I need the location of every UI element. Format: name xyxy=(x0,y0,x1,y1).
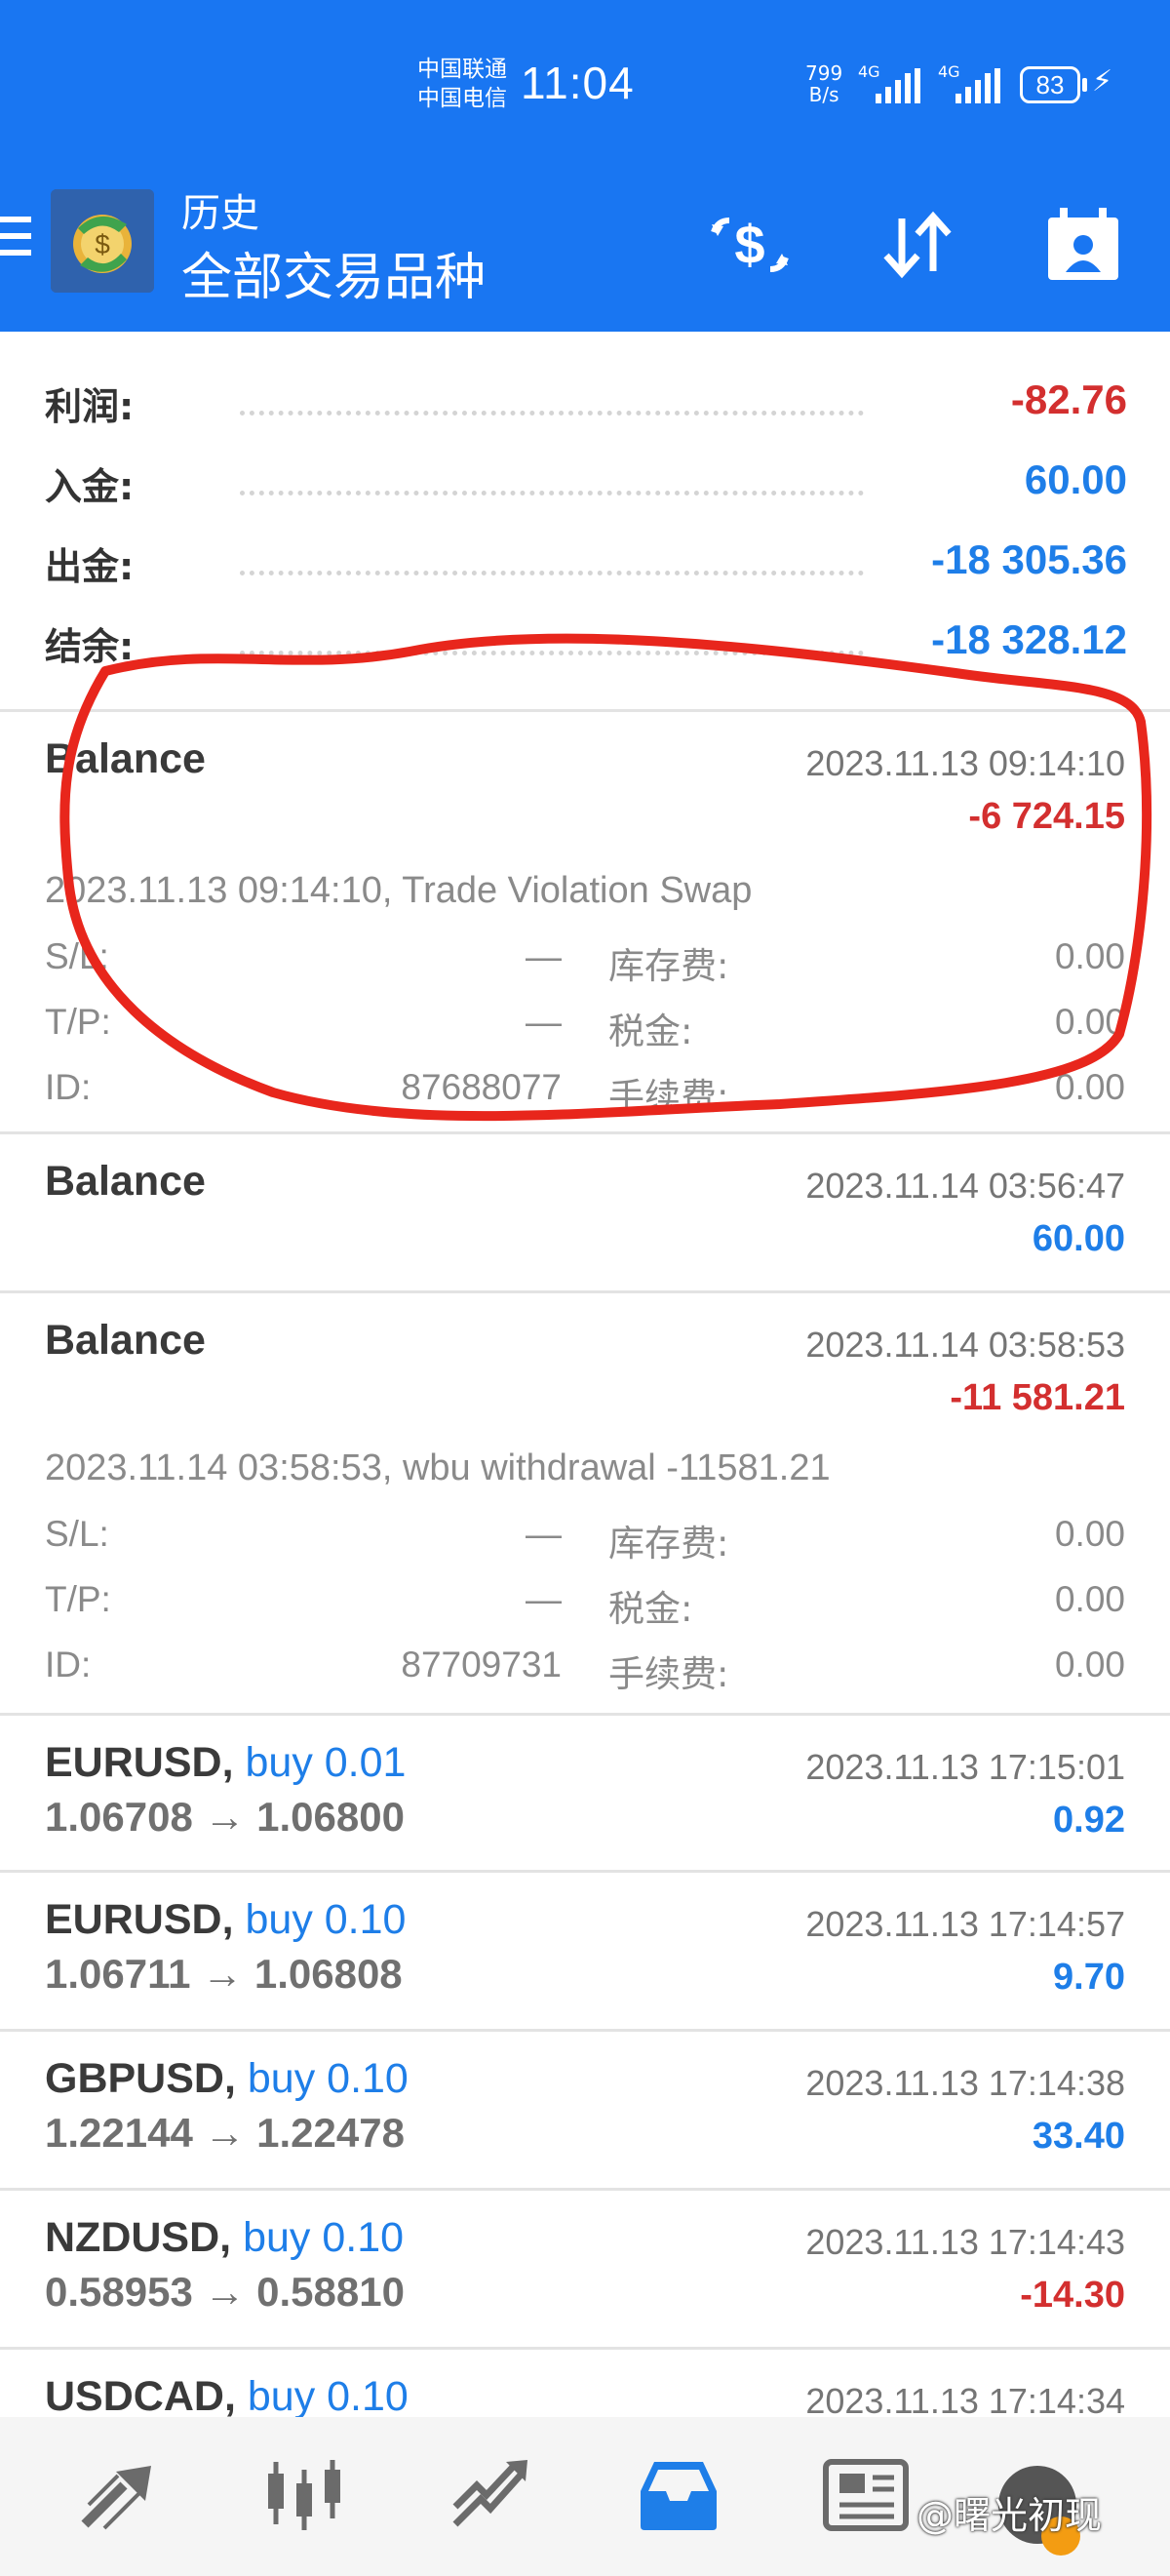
trade-profit: 0.92 xyxy=(1053,1800,1125,1841)
page-title[interactable]: 全部交易品种 xyxy=(181,236,486,309)
deal-comment: 2023.11.14 03:58:53, wbu withdrawal -115… xyxy=(45,1447,831,1488)
trade-symbol: EURUSD, xyxy=(45,1739,234,1786)
leader-dots xyxy=(240,490,864,495)
detail-row-tp: T/P: — 税金: 0.00 xyxy=(45,1002,1125,1052)
deal-title: Balance xyxy=(45,1317,206,1364)
summary-deposit-row: 入金: 60.00 xyxy=(45,456,1127,535)
trade-title: EURUSD, buy 0.10 xyxy=(45,1896,406,1944)
trade-symbol: NZDUSD, xyxy=(45,2214,232,2261)
history-icon[interactable] xyxy=(630,2450,727,2540)
trade-title: NZDUSD, buy 0.10 xyxy=(45,2214,404,2262)
deal-time: 2023.11.13 09:14:10 xyxy=(805,743,1125,783)
detail-row-sl: S/L: — 库存费: 0.00 xyxy=(45,936,1125,987)
signal-bars-icon xyxy=(876,68,920,103)
news-icon[interactable] xyxy=(817,2450,915,2540)
signal-bars-icon xyxy=(956,68,1000,103)
trade-profit: -14.30 xyxy=(1020,2275,1125,2316)
summary-value: -18 328.12 xyxy=(931,616,1127,662)
summary-withdrawal-row: 出金: -18 305.36 xyxy=(45,536,1127,614)
deal-title: Balance xyxy=(45,735,206,782)
net-speed: 799 B/s xyxy=(805,61,843,106)
battery-icon: 83 xyxy=(1020,66,1080,103)
leader-dots xyxy=(240,570,864,575)
detail-row-id: ID: 87709731 手续费: 0.00 xyxy=(45,1645,1125,1695)
trade-time: 2023.11.13 17:14:38 xyxy=(805,2063,1125,2103)
detail-row-tp: T/P: — 税金: 0.00 xyxy=(45,1579,1125,1630)
trade-item[interactable]: GBPUSD, buy 0.10 2023.11.13 17:14:38 1.2… xyxy=(0,2032,1170,2188)
deal-item[interactable]: Balance 2023.11.14 03:58:53 -11 581.21 2… xyxy=(0,1293,1170,1713)
app-header: 中国联通 中国电信 11:04 799 B/s 4G 4G 83 ⚡ $ 历史 … xyxy=(0,0,1170,332)
svg-text:$: $ xyxy=(95,229,110,259)
quotes-icon[interactable] xyxy=(70,2450,168,2540)
deal-profit: -11 581.21 xyxy=(950,1377,1125,1418)
summary-value: -82.76 xyxy=(1010,376,1127,422)
app-logo: $ xyxy=(51,189,154,293)
deal-profit: -6 724.15 xyxy=(968,796,1125,837)
chart-icon[interactable] xyxy=(255,2450,353,2540)
trade-item[interactable]: EURUSD, buy 0.01 2023.11.13 17:15:01 1.0… xyxy=(0,1716,1170,1872)
summary-label: 入金: xyxy=(45,465,135,508)
deal-item[interactable]: Balance 2023.11.14 03:56:47 60.00 xyxy=(0,1134,1170,1290)
dollar-swap-icon[interactable]: $ xyxy=(706,201,794,289)
deal-time: 2023.11.14 03:58:53 xyxy=(805,1325,1125,1365)
trade-profit: 9.70 xyxy=(1053,1957,1125,1998)
trade-symbol: GBPUSD, xyxy=(45,2055,236,2102)
page-subtitle: 历史 xyxy=(181,191,259,236)
trade-prices: 1.06711 → 1.06808 xyxy=(45,1951,403,1997)
trade-time: 2023.11.13 17:14:34 xyxy=(805,2381,1125,2417)
detail-row-sl: S/L: — 库存费: 0.00 xyxy=(45,1514,1125,1565)
trade-prices: 1.06708 → 1.06800 xyxy=(45,1794,405,1840)
trade-time: 2023.11.13 17:14:43 xyxy=(805,2222,1125,2262)
deal-item[interactable]: Balance 2023.11.13 09:14:10 -6 724.15 20… xyxy=(0,712,1170,1131)
deal-time: 2023.11.14 03:56:47 xyxy=(805,1166,1125,1206)
trade-prices: 0.58953 → 0.58810 xyxy=(45,2269,405,2315)
trade-symbol: USDCAD, xyxy=(45,2373,236,2417)
carrier-2: 中国电信 xyxy=(417,86,507,111)
trade-time: 2023.11.13 17:15:01 xyxy=(805,1747,1125,1787)
summary-value: 60.00 xyxy=(1024,456,1127,502)
battery-cap xyxy=(1082,78,1087,92)
summary-label: 利润: xyxy=(45,385,135,428)
watermark-text: @曙光初现 xyxy=(916,2494,1103,2537)
trade-icon[interactable] xyxy=(443,2450,540,2540)
deal-comment: 2023.11.13 09:14:10, Trade Violation Swa… xyxy=(45,870,753,911)
trade-title: EURUSD, buy 0.01 xyxy=(45,1739,406,1787)
sort-icon[interactable] xyxy=(874,201,961,289)
trade-item[interactable]: USDCAD, buy 0.10 2023.11.13 17:14:34 xyxy=(0,2350,1170,2417)
trade-item[interactable]: NZDUSD, buy 0.10 2023.11.13 17:14:43 0.5… xyxy=(0,2191,1170,2347)
menu-icon[interactable] xyxy=(0,217,31,261)
leader-dots xyxy=(240,650,864,655)
summary-balance-row: 结余: -18 328.12 xyxy=(45,616,1127,694)
summary-value: -18 305.36 xyxy=(931,536,1127,582)
summary-label: 出金: xyxy=(45,545,135,588)
deal-profit: 60.00 xyxy=(1032,1218,1125,1259)
carrier-1: 中国联通 xyxy=(417,57,507,82)
status-carriers: 中国联通 中国电信 xyxy=(417,55,507,113)
trade-symbol: EURUSD, xyxy=(45,1896,234,1943)
bolt-icon: ⚡ xyxy=(1092,65,1113,98)
trade-title: USDCAD, buy 0.10 xyxy=(45,2373,409,2417)
calendar-icon[interactable] xyxy=(1039,201,1127,289)
summary-label: 结余: xyxy=(45,625,135,668)
trade-prices: 1.22144 → 1.22478 xyxy=(45,2110,405,2156)
trade-item[interactable]: EURUSD, buy 0.10 2023.11.13 17:14:57 1.0… xyxy=(0,1873,1170,2029)
leader-dots xyxy=(240,410,864,416)
trade-side: buy 0.10 xyxy=(245,1896,407,1943)
trade-title: GBPUSD, buy 0.10 xyxy=(45,2055,409,2103)
svg-text:$: $ xyxy=(734,214,764,275)
trade-side: buy 0.01 xyxy=(245,1739,407,1786)
trade-side: buy 0.10 xyxy=(247,2373,409,2417)
trade-side: buy 0.10 xyxy=(243,2214,405,2261)
trade-time: 2023.11.13 17:14:57 xyxy=(805,1904,1125,1944)
detail-row-id: ID: 87688077 手续费: 0.00 xyxy=(45,1067,1125,1118)
deal-title: Balance xyxy=(45,1158,206,1205)
trade-profit: 33.40 xyxy=(1032,2116,1125,2157)
summary-profit-row: 利润: -82.76 xyxy=(45,376,1127,455)
trade-side: buy 0.10 xyxy=(247,2055,409,2102)
status-time: 11:04 xyxy=(521,58,635,108)
